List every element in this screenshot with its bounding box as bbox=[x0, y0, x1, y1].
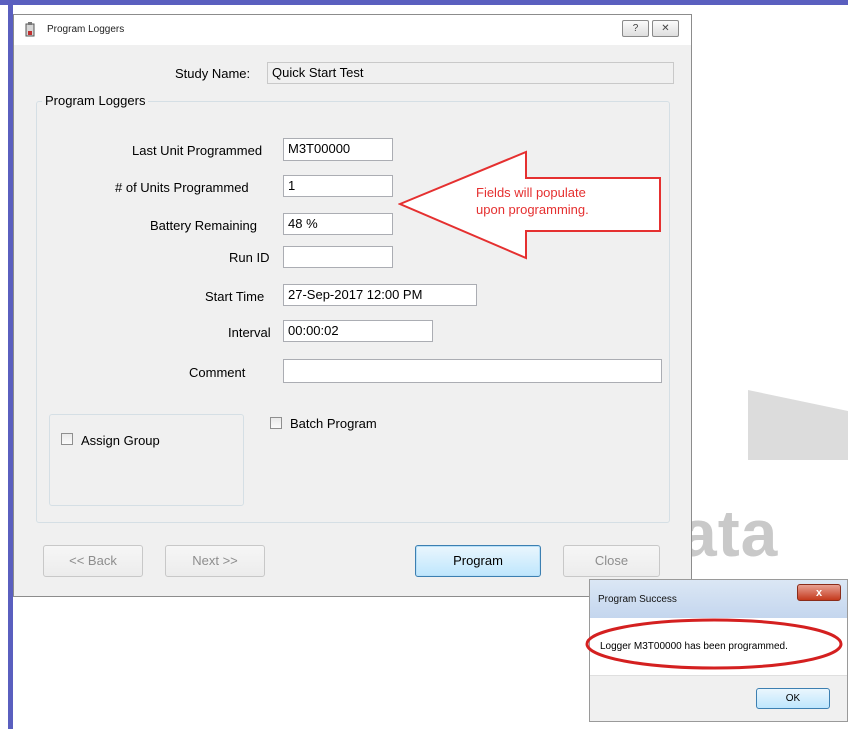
app-logger-icon bbox=[25, 22, 35, 37]
next-button[interactable]: Next >> bbox=[165, 545, 265, 577]
help-button[interactable]: ? bbox=[622, 20, 649, 37]
battery-remaining-label: Battery Remaining bbox=[150, 218, 257, 233]
popup-close-button[interactable]: x bbox=[797, 584, 841, 601]
popup-ok-button[interactable]: OK bbox=[756, 688, 830, 709]
program-loggers-group-title: Program Loggers bbox=[42, 93, 149, 108]
dialog-titlebar: Program Loggers ? ✕ bbox=[14, 15, 691, 45]
start-time-field[interactable]: 27-Sep-2017 12:00 PM bbox=[283, 284, 477, 306]
units-programmed-field[interactable]: 1 bbox=[283, 175, 393, 197]
study-name-label: Study Name: bbox=[175, 66, 251, 81]
comment-label: Comment bbox=[189, 365, 246, 380]
batch-program-label: Batch Program bbox=[290, 416, 377, 431]
batch-program-checkbox[interactable] bbox=[270, 417, 282, 429]
annotation-text: Fields will populate upon programming. bbox=[476, 184, 589, 218]
back-button[interactable]: << Back bbox=[43, 545, 143, 577]
last-unit-field[interactable]: M3T00000 bbox=[283, 138, 393, 161]
annotation-line-1: Fields will populate bbox=[476, 185, 586, 200]
close-window-button[interactable]: ✕ bbox=[652, 20, 679, 37]
run-id-field[interactable] bbox=[283, 246, 393, 268]
assign-group-checkbox[interactable] bbox=[61, 433, 73, 445]
program-loggers-dialog: Program Loggers ? ✕ Study Name: Quick St… bbox=[13, 14, 692, 597]
highlight-ellipse-icon bbox=[585, 618, 843, 670]
interval-label: Interval bbox=[228, 325, 271, 340]
popup-titlebar: Program Success x bbox=[590, 580, 847, 618]
study-name-field: Quick Start Test bbox=[267, 62, 674, 84]
start-time-label: Start Time bbox=[205, 289, 265, 304]
run-id-label: Run ID bbox=[229, 250, 270, 265]
program-button[interactable]: Program bbox=[415, 545, 541, 577]
battery-remaining-field[interactable]: 48 % bbox=[283, 213, 393, 235]
assign-group-label: Assign Group bbox=[81, 433, 160, 448]
screen-frame-top bbox=[0, 0, 848, 5]
popup-title: Program Success bbox=[598, 594, 677, 605]
annotation-line-2: upon programming. bbox=[476, 202, 589, 217]
dialog-title: Program Loggers bbox=[47, 24, 125, 35]
close-button[interactable]: Close bbox=[563, 545, 660, 577]
interval-field[interactable]: 00:00:02 bbox=[283, 320, 433, 342]
watermark-shape bbox=[748, 390, 848, 460]
assign-group-box bbox=[49, 414, 244, 506]
units-programmed-label: # of Units Programmed bbox=[115, 180, 249, 195]
watermark-text: ata bbox=[680, 496, 779, 570]
last-unit-label: Last Unit Programmed bbox=[132, 143, 263, 158]
comment-field[interactable] bbox=[283, 359, 662, 383]
